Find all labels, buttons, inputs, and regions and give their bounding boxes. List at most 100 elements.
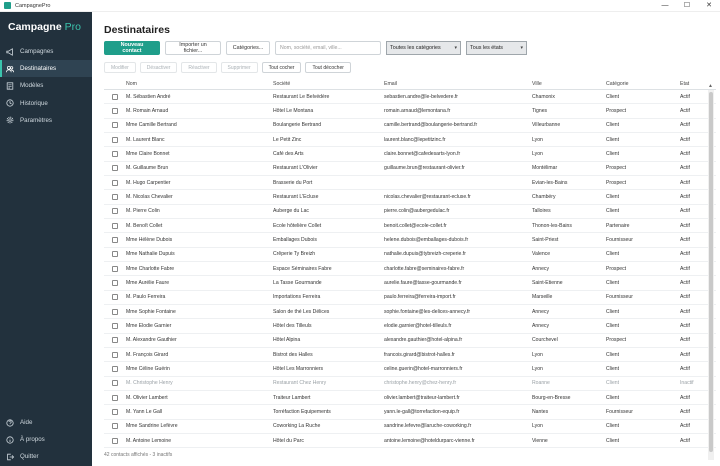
table-row[interactable]: M. Sébastien André Restaurant Le Belvédèr…	[104, 90, 716, 105]
delete-button[interactable]: Supprimer	[220, 62, 258, 73]
row-checkbox[interactable]	[112, 93, 118, 100]
sidebar-item-destinataires[interactable]: Destinataires	[0, 60, 92, 78]
table-row[interactable]: Mme Charlotte Fabre Espace Séminaires Fab…	[104, 262, 716, 277]
row-checkbox[interactable]	[112, 236, 118, 243]
table-row[interactable]: Mme Nathalie Dupuis Crêperie Ty Breizh nat…	[104, 248, 716, 262]
cell-ville: Valence	[532, 251, 551, 258]
header-etat[interactable]: État	[680, 81, 710, 87]
table-row[interactable]: M. Guillaume Brun Restaurant L'Olivier gui…	[104, 162, 716, 176]
sidebar-item-parametres[interactable]: Paramètres	[0, 112, 92, 129]
row-checkbox[interactable]	[112, 150, 118, 157]
cell-etat: Actif	[680, 365, 690, 372]
header-email[interactable]: Email	[384, 81, 532, 87]
table-row[interactable]: Mme Aurélie Faure La Tasse Gourmande aurel…	[104, 276, 716, 291]
uncheck-all-button[interactable]: Tout décocher	[305, 62, 351, 73]
cell-categorie: Client	[606, 193, 620, 200]
row-checkbox[interactable]	[112, 351, 118, 358]
sidebar-item-aide[interactable]: Aide	[0, 414, 92, 431]
sidebar-item-a-propos[interactable]: À propos	[0, 431, 92, 448]
table-row[interactable]: M. Romain Arnaud Hôtel Le Montana romain.a…	[104, 104, 716, 119]
row-checkbox[interactable]	[112, 193, 118, 200]
categories-button[interactable]: Catégories...	[226, 41, 270, 55]
table-row[interactable]: Mme Camille Bertrand Boulangerie Bertrand…	[104, 119, 716, 133]
cell-etat: Inactif	[680, 380, 694, 387]
search-input[interactable]: Nom, société, email, ville...	[275, 41, 381, 55]
reactivate-button[interactable]: Réactiver	[181, 62, 217, 73]
cell-email: guillaume.brun@restaurant-olivier.fr	[384, 165, 465, 172]
table-row[interactable]: Mme Sophie Fontaine Salon de thé Les Déli…	[104, 305, 716, 320]
table-row[interactable]: Mme Hélène Dubois Emballages Dubois helene…	[104, 233, 716, 248]
check-all-button[interactable]: Tout cocher	[261, 62, 302, 73]
row-checkbox[interactable]	[112, 423, 118, 430]
table-row[interactable]: M. Antoine Lemoine Hôtel du Parc antoine.l…	[104, 434, 716, 449]
row-checkbox[interactable]	[112, 337, 118, 344]
table-row[interactable]: Mme Claire Bonnet Café des Arts claire.bon…	[104, 147, 716, 162]
row-checkbox[interactable]	[112, 279, 118, 286]
table-row[interactable]: M. Paulo Ferreira Importations Ferreira pa…	[104, 291, 716, 305]
close-button[interactable]: ✕	[698, 0, 720, 12]
sidebar-item-historique[interactable]: Historique	[0, 95, 92, 112]
table-row[interactable]: M. Yann Le Gall Torréfaction Équipements y…	[104, 405, 716, 420]
row-checkbox[interactable]	[112, 394, 118, 401]
header-societe[interactable]: Société	[273, 81, 384, 87]
modify-button[interactable]: Modifier	[104, 62, 136, 73]
header-ville[interactable]: Ville	[532, 81, 606, 87]
row-checkbox-cell	[104, 308, 126, 315]
row-checkbox[interactable]	[112, 322, 118, 329]
table-row[interactable]: M. Laurent Blanc Le Petit Zinc laurent.bla…	[104, 133, 716, 148]
row-checkbox-cell	[104, 236, 126, 243]
category-filter-select[interactable]: Toutes les catégories ▾	[386, 41, 461, 55]
row-checkbox-cell	[104, 136, 126, 143]
table-row[interactable]: M. Olivier Lambert Traiteur Lambert olivie…	[104, 391, 716, 406]
table-scrollbar[interactable]: ▲	[708, 83, 714, 460]
cell-categorie: Fournisseur	[606, 294, 633, 301]
header-nom[interactable]: Nom	[126, 81, 273, 87]
cell-etat: Actif	[680, 279, 690, 286]
state-filter-select[interactable]: Tous les états ▾	[466, 41, 527, 55]
row-checkbox[interactable]	[112, 437, 118, 444]
sidebar-item-campagnes[interactable]: Campagnes	[0, 43, 92, 60]
window-controls: — ☐ ✕	[654, 0, 720, 12]
table-row[interactable]: Mme Élodie Garnier Hôtel des Tilleuls elod…	[104, 319, 716, 334]
new-contact-button[interactable]: Nouveau contact	[104, 41, 160, 55]
header-categorie[interactable]: Catégorie	[606, 81, 680, 87]
minimize-button[interactable]: —	[654, 0, 676, 12]
row-actions: Modifier Désactiver Réactiver Supprimer …	[104, 62, 351, 73]
table-row[interactable]: M. Christophe Henry Restaurant Chez Henry…	[104, 377, 716, 391]
row-checkbox[interactable]	[112, 380, 118, 387]
table-row[interactable]: M. Pierre Colin Auberge du Lac pierre.coli…	[104, 205, 716, 219]
maximize-button[interactable]: ☐	[676, 0, 698, 12]
recipients-table: Nom Société Email Ville Catégorie État M…	[104, 78, 716, 460]
table-row[interactable]: Mme Céline Guérin Hôtel Les Marronniers ce…	[104, 362, 716, 377]
row-checkbox[interactable]	[112, 308, 118, 315]
table-row[interactable]: M. Benoît Collet École hôtelière Collet be…	[104, 219, 716, 234]
row-checkbox[interactable]	[112, 251, 118, 258]
table-row[interactable]: M. Alexandre Gauthier Hôtel Alpina alexand…	[104, 334, 716, 348]
row-checkbox[interactable]	[112, 365, 118, 372]
cell-categorie: Client	[606, 93, 620, 100]
sidebar-item-quitter[interactable]: Quitter	[0, 448, 92, 465]
row-checkbox[interactable]	[112, 122, 118, 129]
cell-nom: M. Paulo Ferreira	[126, 294, 166, 301]
table-row[interactable]: M. François Girard Bistrot des Halles fran…	[104, 348, 716, 363]
import-file-button[interactable]: Importer un fichier...	[165, 41, 221, 55]
scroll-up-icon[interactable]: ▲	[708, 83, 713, 89]
scrollbar-thumb[interactable]	[709, 92, 713, 452]
sidebar-item-modeles[interactable]: Modèles	[0, 77, 92, 94]
row-checkbox[interactable]	[112, 265, 118, 272]
table-row[interactable]: M. Hugo Carpentier Brasserie du Port Évian…	[104, 176, 716, 191]
row-checkbox-cell	[104, 423, 126, 430]
row-checkbox[interactable]	[112, 294, 118, 301]
row-checkbox[interactable]	[112, 408, 118, 415]
row-checkbox[interactable]	[112, 179, 118, 186]
row-checkbox[interactable]	[112, 165, 118, 172]
row-checkbox[interactable]	[112, 136, 118, 143]
cell-societe: Bistrot des Halles	[273, 351, 313, 358]
table-row[interactable]: Mme Sandrine Lefèvre Coworking La Ruche sa…	[104, 420, 716, 434]
table-row[interactable]: M. Nicolas Chevalier Restaurant L'Écluse n…	[104, 190, 716, 205]
deactivate-button[interactable]: Désactiver	[139, 62, 178, 73]
row-checkbox[interactable]	[112, 208, 118, 215]
sidebar-item-label: Campagnes	[20, 48, 54, 55]
row-checkbox[interactable]	[112, 222, 118, 229]
row-checkbox[interactable]	[112, 107, 118, 114]
